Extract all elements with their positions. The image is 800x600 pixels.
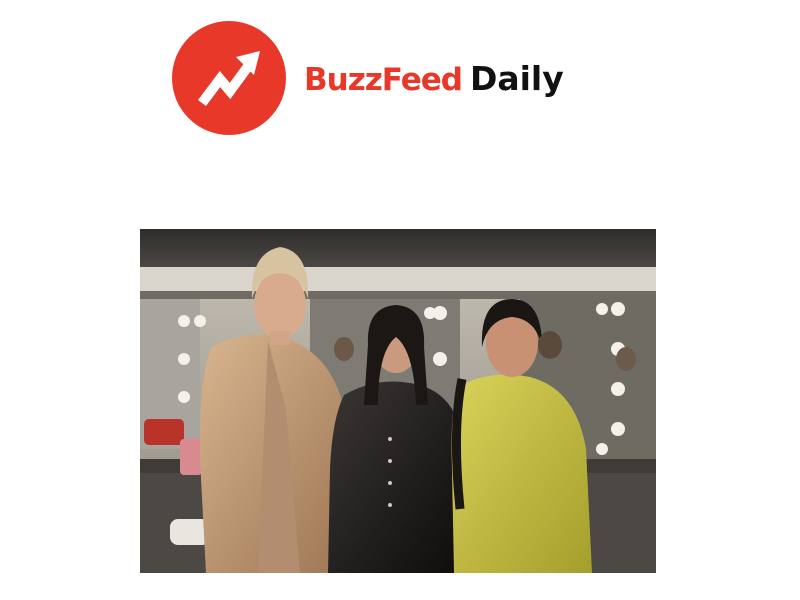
article-photo[interactable] bbox=[140, 229, 656, 573]
buzzfeed-logo-badge[interactable] bbox=[172, 21, 286, 135]
brand-header: BuzzFeed Daily bbox=[172, 20, 572, 136]
brand-suffix: Daily bbox=[469, 58, 564, 98]
trending-arrow-icon bbox=[198, 51, 260, 106]
brand-name: BuzzFeed bbox=[304, 61, 463, 98]
brand-wordmark[interactable]: BuzzFeed Daily bbox=[304, 59, 564, 98]
photo-illustration bbox=[140, 229, 656, 573]
